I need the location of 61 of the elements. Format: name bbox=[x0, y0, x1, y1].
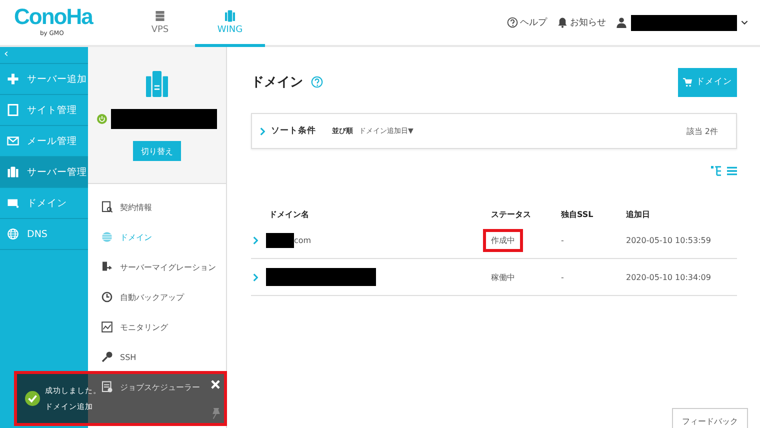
cart-icon bbox=[683, 78, 692, 86]
help-icon bbox=[507, 17, 518, 28]
server-arrow-icon bbox=[101, 261, 113, 273]
help-link[interactable]: ヘルプ bbox=[507, 16, 547, 29]
server-menu-item[interactable]: 自動バックアップ bbox=[101, 282, 184, 312]
bell-icon bbox=[557, 17, 568, 28]
server-icon bbox=[225, 10, 235, 22]
envelope-icon bbox=[7, 135, 19, 147]
server-menu-item[interactable]: モニタリング bbox=[101, 312, 168, 342]
plus-icon bbox=[7, 73, 19, 85]
document-search-icon bbox=[101, 201, 113, 213]
date-cell-text: 2020-05-10 10:34:09 bbox=[626, 272, 712, 282]
expand-chevron-icon[interactable] bbox=[253, 272, 258, 282]
caret-icon bbox=[741, 20, 748, 25]
logo[interactable]: ConoHa bbox=[14, 4, 92, 30]
sidebar-item[interactable]: DNS bbox=[0, 219, 88, 250]
list-view-icon[interactable] bbox=[727, 166, 737, 176]
result-count: 該当 2件 bbox=[686, 126, 718, 136]
server-icon bbox=[7, 166, 19, 178]
column-header: 独自SSL bbox=[561, 208, 594, 220]
column-header: ステータス bbox=[491, 208, 532, 220]
sidebar-item[interactable]: ドメイン bbox=[0, 188, 88, 219]
ssl-cell-text: - bbox=[561, 272, 565, 282]
status-text: 作成中 bbox=[483, 228, 523, 252]
date-cell-text: 2020-05-10 10:53:59 bbox=[626, 236, 712, 244]
expand-chevron-icon[interactable] bbox=[253, 236, 258, 244]
server-icon bbox=[146, 71, 168, 97]
switch-button[interactable]: 切り替え bbox=[133, 141, 181, 161]
status-text: 稼働中 bbox=[490, 272, 516, 284]
feedback-button[interactable]: フィードバック bbox=[672, 408, 748, 428]
chart-icon bbox=[101, 321, 113, 333]
server-menu-item[interactable]: ドメイン bbox=[101, 222, 152, 252]
tree-view-icon[interactable] bbox=[711, 166, 721, 176]
notice-link[interactable]: お知らせ bbox=[557, 16, 606, 29]
globe-icon bbox=[7, 228, 19, 240]
globe-icon bbox=[101, 231, 113, 243]
server-menu-item[interactable]: SSH bbox=[101, 342, 136, 372]
user-icon bbox=[616, 17, 627, 28]
domain-suffix: com bbox=[294, 236, 312, 244]
redaction-bar bbox=[266, 232, 294, 248]
server-menu-item[interactable]: ジョブスケジューラー bbox=[101, 372, 200, 402]
server-rack-icon bbox=[155, 10, 165, 22]
column-header: 追加日 bbox=[626, 208, 651, 220]
server-menu-item[interactable]: サーバーマイグレーション bbox=[101, 252, 216, 282]
key-icon bbox=[101, 351, 113, 363]
sidebar-item[interactable]: サーバー管理 bbox=[0, 157, 88, 188]
card-icon bbox=[7, 197, 19, 209]
close-icon[interactable] bbox=[211, 380, 220, 389]
ssl-cell-text: - bbox=[561, 236, 565, 244]
page-icon bbox=[7, 104, 19, 116]
user-menu[interactable] bbox=[616, 14, 748, 30]
server-menu-item[interactable]: 契約情報 bbox=[101, 192, 152, 222]
check-icon bbox=[25, 391, 40, 406]
sort-toggle[interactable]: ソート条件 bbox=[260, 125, 332, 137]
add-domain-button[interactable]: ドメイン bbox=[678, 68, 737, 96]
pin-icon[interactable] bbox=[211, 408, 220, 419]
service-tab[interactable]: VPS bbox=[125, 0, 195, 47]
chevron-icon bbox=[260, 126, 265, 136]
column-header: ドメイン名 bbox=[268, 208, 310, 220]
help-icon[interactable] bbox=[311, 76, 323, 88]
page-title: ドメイン bbox=[251, 74, 303, 91]
